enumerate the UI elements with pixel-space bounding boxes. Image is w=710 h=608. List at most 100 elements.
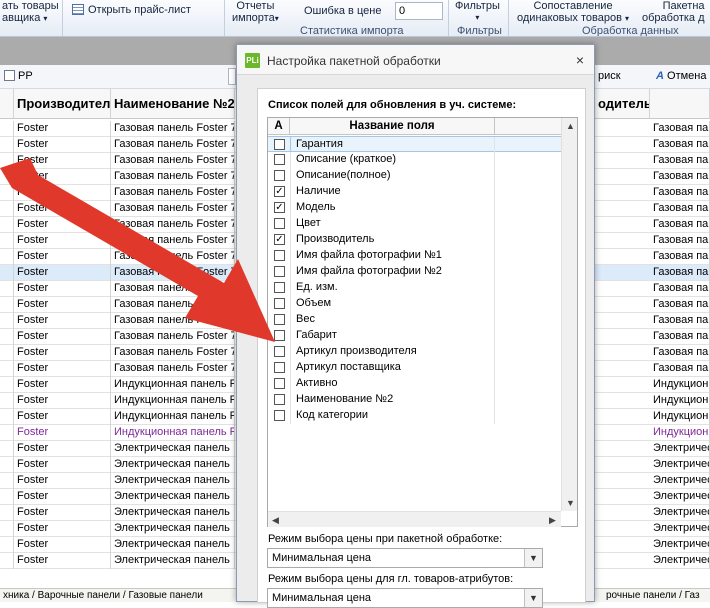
batch-processing-button[interactable]: Пакетна обработка д (642, 0, 705, 24)
table-cell[interactable]: Электрическая панель (111, 505, 235, 521)
close-icon[interactable]: × (573, 53, 587, 67)
row-indicator[interactable] (0, 137, 14, 153)
table-cell[interactable]: Газовая панель Foster 7 (111, 297, 235, 313)
field-row[interactable]: Габарит (268, 328, 561, 344)
load-supplier-goods-button[interactable]: ать товары авщика ▾ (2, 0, 59, 25)
row-indicator[interactable] (0, 505, 14, 521)
field-row[interactable]: Гарантия (268, 136, 561, 153)
field-checkbox[interactable] (274, 266, 285, 277)
table-cell[interactable]: Foster (14, 393, 111, 409)
column-header-field-name[interactable]: Название поля (290, 118, 495, 135)
field-row[interactable]: Имя файла фотографии №2 (268, 264, 561, 280)
row-indicator[interactable] (0, 425, 14, 441)
field-checkbox[interactable] (274, 314, 285, 325)
table-cell[interactable]: Газовая панель Foster 7 (111, 313, 235, 329)
row-indicator[interactable] (0, 217, 14, 233)
table-cell[interactable]: Foster (14, 153, 111, 169)
table-cell[interactable]: Foster (14, 281, 111, 297)
table-cell[interactable]: Foster (14, 521, 111, 537)
table-cell[interactable]: Foster (14, 265, 111, 281)
row-indicator[interactable] (0, 121, 14, 137)
table-cell[interactable]: Электрическая панель (111, 457, 235, 473)
search-button[interactable]: риск (598, 70, 621, 82)
row-indicator[interactable] (0, 233, 14, 249)
row-indicator[interactable] (0, 553, 14, 569)
row-indicator[interactable] (0, 457, 14, 473)
table-cell[interactable]: Индукционн (650, 393, 710, 409)
table-cell[interactable]: Электричес (650, 553, 710, 569)
field-row[interactable]: ✓ Производитель (268, 232, 561, 248)
row-indicator[interactable] (0, 361, 14, 377)
table-cell[interactable]: Газовая панель Foster 7 (111, 169, 235, 185)
field-row[interactable]: Наименование №2 (268, 392, 561, 408)
field-row[interactable]: Описание(полное) (268, 168, 561, 184)
table-cell[interactable]: Foster (14, 313, 111, 329)
pp-checkbox[interactable] (4, 70, 15, 81)
table-cell[interactable]: Газовая панель Foster 7 (111, 153, 235, 169)
scroll-left-icon[interactable]: ◀ (272, 515, 279, 525)
table-cell[interactable]: Foster (14, 185, 111, 201)
table-cell[interactable]: Электричес (650, 441, 710, 457)
table-cell[interactable]: Foster (14, 409, 111, 425)
field-row[interactable]: Вес (268, 312, 561, 328)
table-cell[interactable]: Газовая панель (650, 345, 710, 361)
field-checkbox[interactable] (274, 139, 285, 150)
open-pricelist-button[interactable]: Открыть прайс-лист (72, 4, 191, 16)
table-cell[interactable]: Foster (14, 473, 111, 489)
vertical-scrollbar[interactable]: ▲ ▼ (561, 118, 577, 511)
table-cell[interactable]: Газовая панель (650, 329, 710, 345)
horizontal-scrollbar[interactable]: ◀ ▶ (268, 511, 561, 527)
table-cell[interactable]: Электрическая панель (111, 521, 235, 537)
row-indicator[interactable] (0, 345, 14, 361)
field-row[interactable]: ✓ Модель (268, 200, 561, 216)
cancel-button[interactable]: A Отмена (656, 70, 706, 82)
table-cell[interactable]: Foster (14, 201, 111, 217)
table-cell[interactable]: Foster (14, 377, 111, 393)
price-mode-select[interactable]: Минимальная цена ▼ (267, 548, 543, 568)
table-cell[interactable]: Foster (14, 137, 111, 153)
table-cell[interactable]: Foster (14, 329, 111, 345)
table-cell[interactable]: Газовая панель (650, 361, 710, 377)
row-indicator[interactable] (0, 201, 14, 217)
table-cell[interactable]: Электрическая панель (111, 473, 235, 489)
table-cell[interactable]: Электрическая панель (111, 441, 235, 457)
field-checkbox[interactable] (274, 282, 285, 293)
table-cell[interactable]: Электричес (650, 521, 710, 537)
filters-button[interactable]: Фильтры ▾ (455, 0, 500, 24)
table-cell[interactable]: Индукционная панель F (111, 425, 235, 441)
table-cell[interactable]: Foster (14, 169, 111, 185)
table-cell[interactable]: Газовая панель (650, 281, 710, 297)
table-cell[interactable]: Foster (14, 233, 111, 249)
field-row[interactable]: Артикул производителя (268, 344, 561, 360)
table-cell[interactable]: Электричес (650, 505, 710, 521)
field-row[interactable]: Цвет (268, 216, 561, 232)
row-indicator[interactable] (0, 409, 14, 425)
field-checkbox[interactable] (274, 298, 285, 309)
table-cell[interactable]: Foster (14, 121, 111, 137)
table-cell[interactable]: Foster (14, 489, 111, 505)
table-cell[interactable]: Газовая панель Foster 7 (111, 281, 235, 297)
field-checkbox[interactable] (274, 394, 285, 405)
row-indicator[interactable] (0, 521, 14, 537)
field-checkbox[interactable] (274, 362, 285, 373)
table-cell[interactable]: Индукционн (650, 425, 710, 441)
table-cell[interactable]: Газовая панель Foster 7 (111, 265, 235, 281)
row-indicator[interactable] (0, 297, 14, 313)
table-cell[interactable]: Индукционная панель F (111, 409, 235, 425)
table-cell[interactable]: Foster (14, 441, 111, 457)
row-indicator[interactable] (0, 249, 14, 265)
field-row[interactable]: ✓ Наличие (268, 184, 561, 200)
row-indicator[interactable] (0, 313, 14, 329)
table-cell[interactable]: Foster (14, 537, 111, 553)
table-cell[interactable]: Газовая панель Foster 7 (111, 217, 235, 233)
table-cell[interactable]: Газовая панель (650, 297, 710, 313)
table-cell[interactable]: Индукционн (650, 409, 710, 425)
row-indicator[interactable] (0, 185, 14, 201)
table-cell[interactable]: Индукционн (650, 377, 710, 393)
table-cell[interactable]: Газовая панель (650, 313, 710, 329)
field-checkbox[interactable] (274, 346, 285, 357)
field-row[interactable]: Активно (268, 376, 561, 392)
field-checkbox[interactable] (274, 250, 285, 261)
table-cell[interactable]: Газовая панель (650, 201, 710, 217)
field-row[interactable]: Имя файла фотографии №1 (268, 248, 561, 264)
